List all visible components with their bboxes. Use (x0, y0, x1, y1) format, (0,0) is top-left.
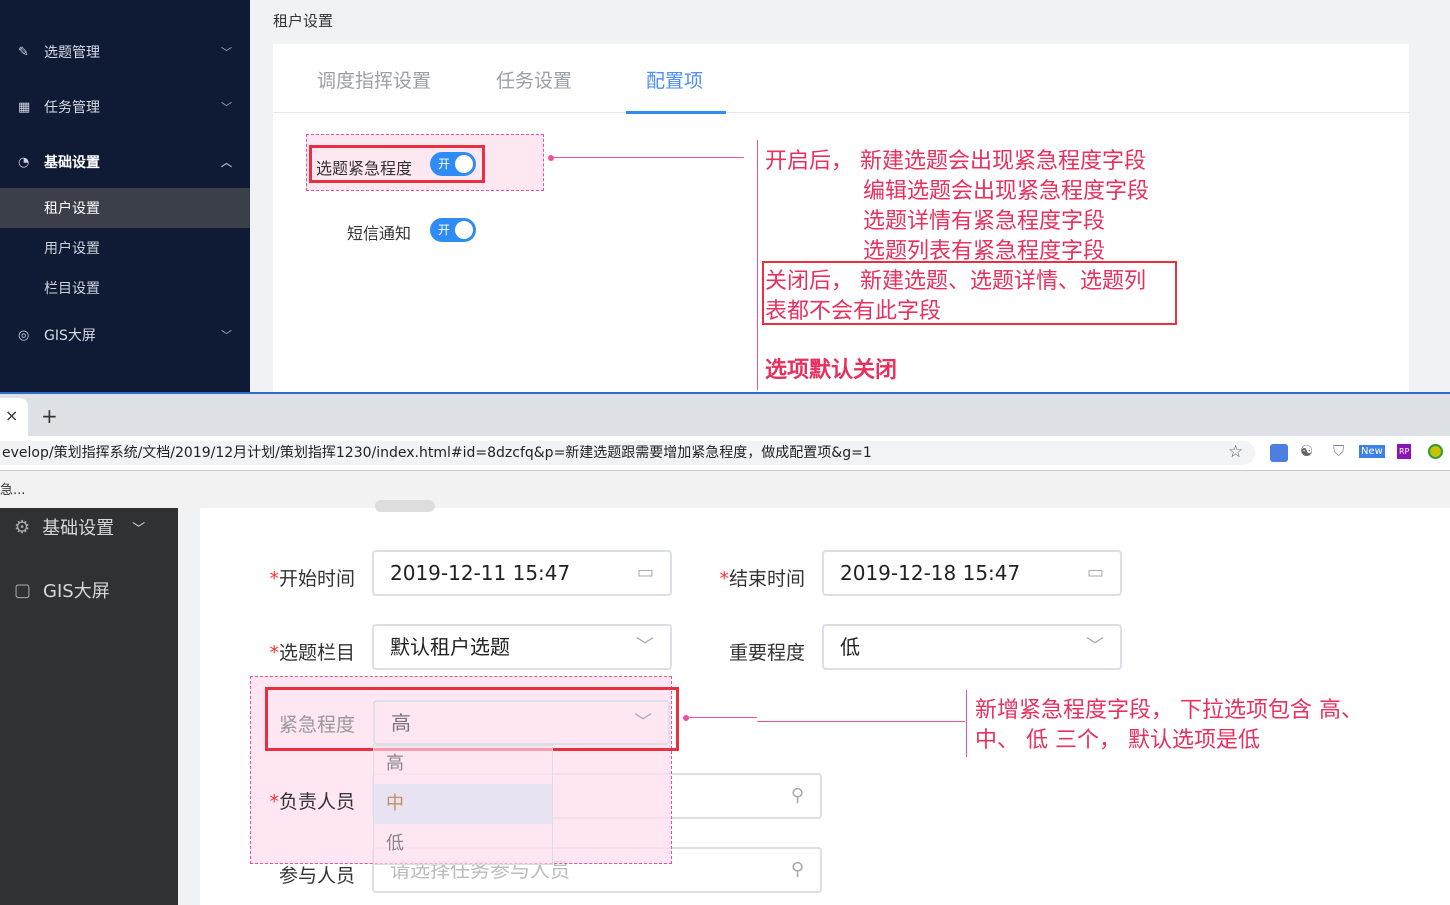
add-user-icon[interactable]: ⚲ (791, 849, 804, 891)
extension-icon[interactable] (1428, 444, 1443, 459)
annotation-off-line: 表都不会有此字段 (765, 299, 942, 324)
extension-icon[interactable]: ☯ (1300, 442, 1313, 460)
connector-line (757, 721, 965, 722)
chevron-down-icon: ﹀ (636, 636, 654, 657)
option-low[interactable]: 低 (374, 824, 552, 864)
chevron-down-icon: ﹀ (132, 521, 146, 537)
add-user-icon[interactable]: ⚲ (791, 775, 804, 817)
urgency-toggle[interactable]: 开 (430, 152, 476, 176)
screen-icon: ▢ (14, 579, 32, 601)
new-tab-button[interactable]: + (41, 404, 58, 428)
shield-icon[interactable]: ⛉ (1333, 442, 1344, 460)
connector-line (552, 157, 744, 158)
toggle-partial (375, 500, 435, 512)
bookmark-star-icon[interactable]: ☆ (1228, 442, 1243, 462)
owner-label: *负责人员 (269, 791, 355, 813)
table-icon: ▦ (18, 99, 31, 115)
breadcrumb: 租户设置 (273, 12, 334, 30)
extension-icon[interactable] (1270, 444, 1288, 462)
annotation-on-line: 开启后， 新建选题会出现紧急程度字段 (765, 149, 1146, 174)
chevron-up-icon: ︿ (221, 156, 232, 169)
address-bar[interactable]: evelop/策划指挥系统/文档/2019/12月计划/策划指挥1230/ind… (0, 441, 1255, 465)
tab-dispatch[interactable]: 调度指挥设置 (317, 66, 431, 93)
annotation-on-line: 编辑选题会出现紧急程度字段 (863, 179, 1150, 204)
chevron-down-icon: ﹀ (1086, 636, 1104, 657)
extension-new-icon[interactable]: New (1359, 445, 1385, 458)
gauge-icon: ◔ (18, 154, 30, 170)
participant-label: 参与人员 (278, 865, 355, 887)
tab-config[interactable]: 配置项 (646, 66, 703, 93)
gear-icon: ⚙ (14, 516, 31, 538)
sidebar-item-user-settings[interactable]: 用户设置 (0, 228, 250, 268)
sidebar-item-basic-settings[interactable]: ◔ 基础设置 ︿ (0, 142, 250, 182)
chevron-down-icon: ﹀ (221, 329, 232, 342)
sidebar-item-gis[interactable]: ◎ GIS大屏 ﹀ (0, 315, 250, 355)
option-high[interactable]: 高 (374, 744, 552, 784)
check-circle-icon: ◎ (18, 327, 30, 343)
end-time-input[interactable]: 2019-12-18 15:47 ▭ (822, 550, 1122, 596)
sidebar-item-topic-mgmt[interactable]: ✎ 选题管理 ﹀ (0, 32, 250, 72)
annotation-on-line: 选题列表有紧急程度字段 (863, 239, 1106, 264)
start-time-label: *开始时间 (269, 568, 355, 590)
urgency-select[interactable]: 高 ﹀ (373, 700, 670, 745)
close-tab-icon[interactable]: × (5, 406, 18, 425)
bookmark-item[interactable]: 急... (0, 483, 25, 498)
sidebar: ✎ 选题管理 ﹀ ▦ 任务管理 ﹀ ◔ 基础设置 ︿ 租户设置 用户设置 栏目设置 ◎ GIS… (0, 0, 250, 392)
column-select[interactable]: 默认租户选题 ﹀ (372, 624, 672, 670)
importance-select[interactable]: 低 ﹀ (822, 624, 1122, 670)
annotation-line: 中、 低 三个， 默认选项是低 (975, 728, 1260, 753)
setting-label-urgency: 选题紧急程度 (316, 159, 413, 178)
annotation-default: 选项默认关闭 (765, 357, 898, 383)
annotation-on-line: 选题详情有紧急程度字段 (863, 209, 1106, 234)
importance-label: 重要程度 (728, 642, 805, 664)
annotation-line: 新增紧急程度字段， 下拉选项包含 高、 (975, 698, 1363, 723)
option-medium[interactable]: 中 (374, 784, 552, 824)
column-label: *选题栏目 (269, 642, 355, 664)
annotation-bar (966, 690, 967, 757)
browser-tab-strip: × + (0, 392, 1450, 438)
bookmarks-bar: 急... (0, 470, 1450, 508)
axure-rp-icon[interactable]: RP (1397, 444, 1412, 459)
sidebar-item-task-mgmt[interactable]: ▦ 任务管理 ﹀ (0, 87, 250, 127)
edit-icon: ✎ (18, 44, 29, 60)
sidebar-item-basic-settings[interactable]: ⚙ 基础设置 ﹀ (14, 514, 145, 540)
sidebar-item-gis[interactable]: ▢ GIS大屏 (14, 577, 110, 603)
urgency-label: 紧急程度 (278, 714, 355, 736)
end-time-label: *结束时间 (719, 568, 805, 590)
annotation-off-line: 关闭后， 新建选题、选题详情、选题列 (765, 269, 1146, 294)
setting-label-sms: 短信通知 (347, 224, 412, 243)
chevron-down-icon: ﹀ (221, 101, 232, 114)
start-time-input[interactable]: 2019-12-11 15:47 ▭ (372, 550, 672, 596)
sidebar-item-column-settings[interactable]: 栏目设置 (0, 268, 250, 308)
sidebar-item-tenant-settings[interactable]: 租户设置 (0, 188, 250, 228)
active-tab-indicator (626, 111, 726, 114)
sidebar: ⚙ 基础设置 ﹀ ▢ GIS大屏 (0, 508, 178, 905)
annotation-bar (757, 140, 758, 390)
chevron-down-icon: ﹀ (634, 712, 652, 733)
calendar-icon: ▭ (1086, 562, 1104, 583)
calendar-icon: ▭ (636, 562, 654, 583)
tab-task[interactable]: 任务设置 (496, 66, 572, 93)
sms-toggle[interactable]: 开 (430, 218, 476, 242)
chevron-down-icon: ﹀ (221, 46, 232, 59)
